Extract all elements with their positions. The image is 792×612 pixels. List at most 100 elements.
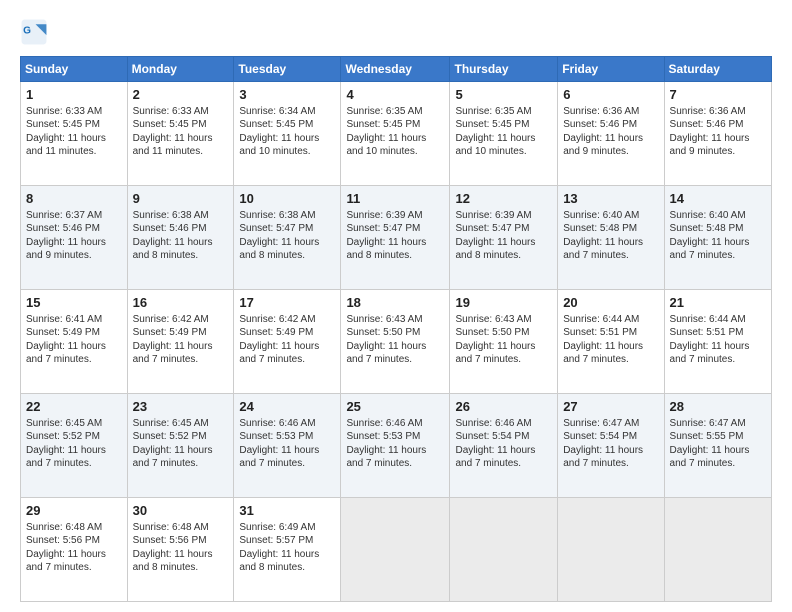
day-info: Sunrise: 6:33 AM Sunset: 5:45 PM Dayligh… xyxy=(133,105,229,159)
day-number: 15 xyxy=(26,294,122,312)
day-info: Sunrise: 6:42 AM Sunset: 5:49 PM Dayligh… xyxy=(133,313,229,367)
day-info: Sunrise: 6:35 AM Sunset: 5:45 PM Dayligh… xyxy=(346,105,444,159)
day-number: 28 xyxy=(670,398,766,416)
day-number: 1 xyxy=(26,86,122,104)
day-number: 19 xyxy=(455,294,552,312)
day-number: 22 xyxy=(26,398,122,416)
calendar-cell: 23Sunrise: 6:45 AM Sunset: 5:52 PM Dayli… xyxy=(127,394,234,498)
day-info: Sunrise: 6:48 AM Sunset: 5:56 PM Dayligh… xyxy=(133,521,229,575)
day-number: 16 xyxy=(133,294,229,312)
calendar-week-4: 22Sunrise: 6:45 AM Sunset: 5:52 PM Dayli… xyxy=(21,394,772,498)
calendar-header-row: SundayMondayTuesdayWednesdayThursdayFrid… xyxy=(21,57,772,82)
calendar-cell: 14Sunrise: 6:40 AM Sunset: 5:48 PM Dayli… xyxy=(664,186,771,290)
day-header-friday: Friday xyxy=(558,57,664,82)
calendar-cell: 26Sunrise: 6:46 AM Sunset: 5:54 PM Dayli… xyxy=(450,394,558,498)
day-number: 27 xyxy=(563,398,658,416)
day-number: 14 xyxy=(670,190,766,208)
calendar-cell: 31Sunrise: 6:49 AM Sunset: 5:57 PM Dayli… xyxy=(234,498,341,602)
day-number: 2 xyxy=(133,86,229,104)
day-number: 5 xyxy=(455,86,552,104)
day-info: Sunrise: 6:39 AM Sunset: 5:47 PM Dayligh… xyxy=(346,209,444,263)
day-info: Sunrise: 6:43 AM Sunset: 5:50 PM Dayligh… xyxy=(455,313,552,367)
day-number: 31 xyxy=(239,502,335,520)
calendar-cell: 1Sunrise: 6:33 AM Sunset: 5:45 PM Daylig… xyxy=(21,82,128,186)
day-info: Sunrise: 6:45 AM Sunset: 5:52 PM Dayligh… xyxy=(26,417,122,471)
day-number: 7 xyxy=(670,86,766,104)
day-info: Sunrise: 6:47 AM Sunset: 5:55 PM Dayligh… xyxy=(670,417,766,471)
day-header-monday: Monday xyxy=(127,57,234,82)
day-number: 24 xyxy=(239,398,335,416)
day-number: 13 xyxy=(563,190,658,208)
calendar-cell: 13Sunrise: 6:40 AM Sunset: 5:48 PM Dayli… xyxy=(558,186,664,290)
day-number: 21 xyxy=(670,294,766,312)
calendar-cell: 28Sunrise: 6:47 AM Sunset: 5:55 PM Dayli… xyxy=(664,394,771,498)
calendar-cell: 25Sunrise: 6:46 AM Sunset: 5:53 PM Dayli… xyxy=(341,394,450,498)
day-number: 9 xyxy=(133,190,229,208)
day-number: 6 xyxy=(563,86,658,104)
day-number: 23 xyxy=(133,398,229,416)
day-info: Sunrise: 6:46 AM Sunset: 5:53 PM Dayligh… xyxy=(239,417,335,471)
day-info: Sunrise: 6:41 AM Sunset: 5:49 PM Dayligh… xyxy=(26,313,122,367)
calendar-cell: 27Sunrise: 6:47 AM Sunset: 5:54 PM Dayli… xyxy=(558,394,664,498)
day-info: Sunrise: 6:38 AM Sunset: 5:47 PM Dayligh… xyxy=(239,209,335,263)
calendar-cell: 5Sunrise: 6:35 AM Sunset: 5:45 PM Daylig… xyxy=(450,82,558,186)
day-info: Sunrise: 6:33 AM Sunset: 5:45 PM Dayligh… xyxy=(26,105,122,159)
calendar-cell xyxy=(664,498,771,602)
day-header-saturday: Saturday xyxy=(664,57,771,82)
calendar-cell: 16Sunrise: 6:42 AM Sunset: 5:49 PM Dayli… xyxy=(127,290,234,394)
calendar-cell: 15Sunrise: 6:41 AM Sunset: 5:49 PM Dayli… xyxy=(21,290,128,394)
day-number: 26 xyxy=(455,398,552,416)
day-number: 3 xyxy=(239,86,335,104)
calendar-cell: 19Sunrise: 6:43 AM Sunset: 5:50 PM Dayli… xyxy=(450,290,558,394)
calendar-cell: 3Sunrise: 6:34 AM Sunset: 5:45 PM Daylig… xyxy=(234,82,341,186)
calendar-week-3: 15Sunrise: 6:41 AM Sunset: 5:49 PM Dayli… xyxy=(21,290,772,394)
day-number: 10 xyxy=(239,190,335,208)
calendar-cell: 11Sunrise: 6:39 AM Sunset: 5:47 PM Dayli… xyxy=(341,186,450,290)
day-header-thursday: Thursday xyxy=(450,57,558,82)
day-number: 30 xyxy=(133,502,229,520)
day-info: Sunrise: 6:43 AM Sunset: 5:50 PM Dayligh… xyxy=(346,313,444,367)
calendar-cell: 6Sunrise: 6:36 AM Sunset: 5:46 PM Daylig… xyxy=(558,82,664,186)
calendar-cell: 21Sunrise: 6:44 AM Sunset: 5:51 PM Dayli… xyxy=(664,290,771,394)
calendar-cell: 12Sunrise: 6:39 AM Sunset: 5:47 PM Dayli… xyxy=(450,186,558,290)
calendar-week-5: 29Sunrise: 6:48 AM Sunset: 5:56 PM Dayli… xyxy=(21,498,772,602)
calendar-cell: 29Sunrise: 6:48 AM Sunset: 5:56 PM Dayli… xyxy=(21,498,128,602)
day-number: 20 xyxy=(563,294,658,312)
calendar-cell: 24Sunrise: 6:46 AM Sunset: 5:53 PM Dayli… xyxy=(234,394,341,498)
calendar-cell: 7Sunrise: 6:36 AM Sunset: 5:46 PM Daylig… xyxy=(664,82,771,186)
day-info: Sunrise: 6:37 AM Sunset: 5:46 PM Dayligh… xyxy=(26,209,122,263)
day-number: 11 xyxy=(346,190,444,208)
calendar-cell: 4Sunrise: 6:35 AM Sunset: 5:45 PM Daylig… xyxy=(341,82,450,186)
day-info: Sunrise: 6:38 AM Sunset: 5:46 PM Dayligh… xyxy=(133,209,229,263)
day-info: Sunrise: 6:35 AM Sunset: 5:45 PM Dayligh… xyxy=(455,105,552,159)
day-header-tuesday: Tuesday xyxy=(234,57,341,82)
calendar-cell: 18Sunrise: 6:43 AM Sunset: 5:50 PM Dayli… xyxy=(341,290,450,394)
page: G SundayMondayTuesdayWednesdayThursdayFr… xyxy=(0,0,792,612)
day-info: Sunrise: 6:39 AM Sunset: 5:47 PM Dayligh… xyxy=(455,209,552,263)
logo-icon: G xyxy=(20,18,48,46)
day-number: 12 xyxy=(455,190,552,208)
day-info: Sunrise: 6:40 AM Sunset: 5:48 PM Dayligh… xyxy=(563,209,658,263)
day-info: Sunrise: 6:42 AM Sunset: 5:49 PM Dayligh… xyxy=(239,313,335,367)
day-number: 29 xyxy=(26,502,122,520)
calendar-cell: 10Sunrise: 6:38 AM Sunset: 5:47 PM Dayli… xyxy=(234,186,341,290)
day-header-wednesday: Wednesday xyxy=(341,57,450,82)
calendar-cell: 20Sunrise: 6:44 AM Sunset: 5:51 PM Dayli… xyxy=(558,290,664,394)
calendar-cell: 22Sunrise: 6:45 AM Sunset: 5:52 PM Dayli… xyxy=(21,394,128,498)
day-info: Sunrise: 6:34 AM Sunset: 5:45 PM Dayligh… xyxy=(239,105,335,159)
day-header-sunday: Sunday xyxy=(21,57,128,82)
calendar-cell: 8Sunrise: 6:37 AM Sunset: 5:46 PM Daylig… xyxy=(21,186,128,290)
logo: G xyxy=(20,18,52,46)
day-info: Sunrise: 6:48 AM Sunset: 5:56 PM Dayligh… xyxy=(26,521,122,575)
day-info: Sunrise: 6:40 AM Sunset: 5:48 PM Dayligh… xyxy=(670,209,766,263)
day-info: Sunrise: 6:44 AM Sunset: 5:51 PM Dayligh… xyxy=(563,313,658,367)
day-info: Sunrise: 6:46 AM Sunset: 5:54 PM Dayligh… xyxy=(455,417,552,471)
day-number: 25 xyxy=(346,398,444,416)
calendar-cell xyxy=(558,498,664,602)
day-info: Sunrise: 6:44 AM Sunset: 5:51 PM Dayligh… xyxy=(670,313,766,367)
day-number: 4 xyxy=(346,86,444,104)
header: G xyxy=(20,18,772,46)
calendar-cell xyxy=(341,498,450,602)
calendar-week-1: 1Sunrise: 6:33 AM Sunset: 5:45 PM Daylig… xyxy=(21,82,772,186)
day-number: 18 xyxy=(346,294,444,312)
